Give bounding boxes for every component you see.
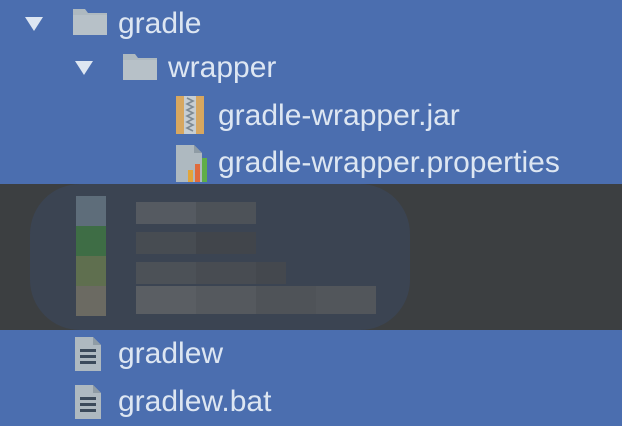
properties-file-icon xyxy=(174,144,212,189)
pixel-block xyxy=(136,262,196,284)
expand-arrow-icon[interactable] xyxy=(72,44,96,92)
pixel-block xyxy=(316,286,376,314)
pixel-block xyxy=(136,286,196,314)
tree-item-label: gradle-wrapper.jar xyxy=(218,99,460,132)
tree-item-gradle-wrapper-jar[interactable]: gradle-wrapper.jar xyxy=(0,92,622,140)
pixel-block xyxy=(256,262,286,284)
text-file-icon xyxy=(74,336,102,377)
tree-item-label: gradlew.bat xyxy=(118,385,272,418)
tree-item-label: wrapper xyxy=(168,51,277,84)
pixel-block xyxy=(196,286,256,314)
pixel-block xyxy=(136,202,196,224)
folder-icon xyxy=(122,51,158,86)
pixel-block xyxy=(76,256,106,286)
tree-item-label: gradle xyxy=(118,7,202,40)
text-file-icon xyxy=(74,384,102,425)
tree-item-label: gradle-wrapper.properties xyxy=(218,146,560,179)
pixel-block xyxy=(256,286,316,314)
tree-item-gradle-folder[interactable]: gradle xyxy=(0,0,622,48)
pixel-block xyxy=(76,196,106,226)
pixel-block xyxy=(136,232,196,254)
pixel-block xyxy=(196,232,256,254)
pixel-block xyxy=(196,202,256,224)
tree-item-gradlew-bat[interactable]: gradlew.bat xyxy=(0,378,622,424)
pixel-block xyxy=(196,262,256,284)
project-file-tree: gradle wrapper gradle-wrapper.jar gradle… xyxy=(0,0,622,424)
jar-archive-icon xyxy=(174,95,206,140)
obscured-region xyxy=(0,184,622,330)
tree-item-label: gradlew xyxy=(118,337,224,370)
tree-item-wrapper-folder[interactable]: wrapper xyxy=(0,44,622,92)
expand-arrow-icon[interactable] xyxy=(22,0,46,48)
tree-item-gradlew[interactable]: gradlew xyxy=(0,330,622,378)
pixel-block xyxy=(76,226,106,256)
pixel-block xyxy=(76,286,106,316)
folder-icon xyxy=(72,6,108,41)
tree-item-gradle-wrapper-properties[interactable]: gradle-wrapper.properties xyxy=(0,139,622,187)
